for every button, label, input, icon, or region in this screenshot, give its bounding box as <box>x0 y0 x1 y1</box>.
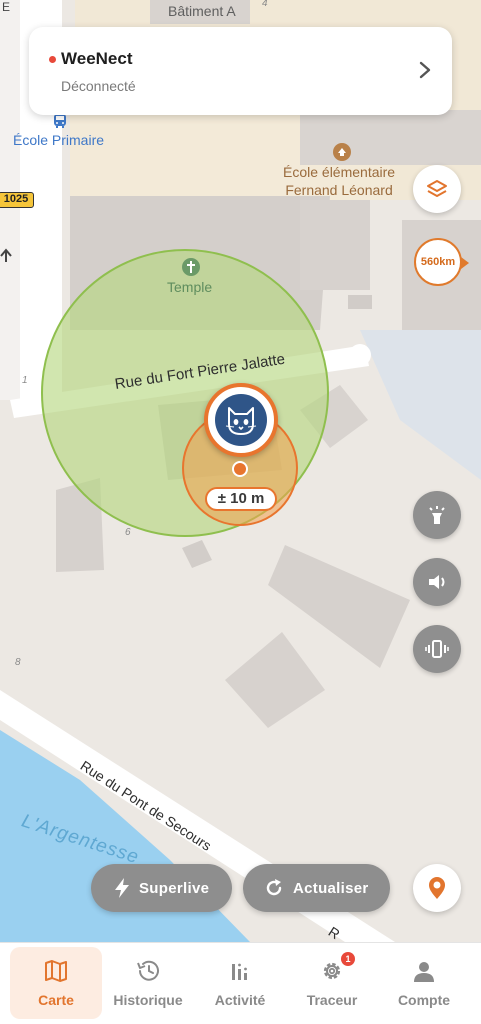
user-icon <box>411 958 437 984</box>
tab-label: Activité <box>214 992 266 1008</box>
edge-letter: E <box>2 0 11 14</box>
tab-label: Carte <box>38 992 74 1008</box>
tab-label: Compte <box>397 992 451 1008</box>
flashlight-icon <box>429 506 445 524</box>
flashlight-button[interactable] <box>413 491 461 539</box>
temple-icon <box>182 258 200 281</box>
superlive-label: Superlive <box>139 879 210 897</box>
vibrate-button[interactable] <box>413 625 461 673</box>
sound-button[interactable] <box>413 558 461 606</box>
tab-compte[interactable]: Compte <box>378 947 470 1019</box>
pet-marker[interactable] <box>204 383 278 457</box>
house-number-1: 1 <box>22 375 28 386</box>
device-status: Déconnecté <box>61 78 136 94</box>
tab-traceur[interactable]: 1 Traceur <box>286 947 378 1019</box>
layers-button[interactable] <box>413 165 461 213</box>
accuracy-label: ± 10 m <box>205 487 277 511</box>
history-icon <box>135 958 161 984</box>
status-dot <box>49 56 56 63</box>
distance-badge[interactable]: 560km <box>414 238 462 286</box>
locate-button[interactable] <box>413 864 461 912</box>
distance-arrow-icon <box>461 257 469 269</box>
cat-avatar <box>215 394 267 446</box>
layers-icon <box>427 180 447 197</box>
school-label-line1: École élémentaire <box>283 164 396 180</box>
school-label-primaire: École Primaire <box>13 132 105 148</box>
notification-badge: 1 <box>341 952 355 966</box>
bottom-nav: Carte Historique Activité 1 Traceur Comp… <box>0 942 481 1024</box>
refresh-icon <box>266 879 282 896</box>
pet-position-dot <box>232 461 248 477</box>
house-number-8: 8 <box>15 657 21 668</box>
app-screen: Bâtiment A 4 E École Primaire École élém… <box>0 0 481 1024</box>
vibrate-icon <box>425 640 449 658</box>
school-label-elementaire: École élémentaire Fernand Léonard <box>283 163 395 199</box>
device-card[interactable]: WeeNect Déconnecté <box>29 27 452 115</box>
tab-label: Traceur <box>306 992 358 1008</box>
tab-activite[interactable]: Activité <box>194 947 286 1019</box>
tab-historique[interactable]: Historique <box>102 947 194 1019</box>
refresh-label: Actualiser <box>293 879 369 897</box>
temple-label: Temple <box>167 279 213 295</box>
device-name: WeeNect <box>61 49 133 68</box>
speaker-icon <box>429 575 445 589</box>
tab-carte[interactable]: Carte <box>10 947 102 1019</box>
gear-icon: 1 <box>319 952 355 984</box>
lightning-icon <box>115 878 129 898</box>
bus-stop-icon <box>52 113 68 134</box>
activity-icon <box>227 958 253 984</box>
refresh-button[interactable]: Actualiser <box>243 864 390 912</box>
house-number-4: 4 <box>262 0 268 9</box>
cat-icon <box>225 407 257 435</box>
house-number-6: 6 <box>125 527 131 538</box>
school-label-line2: Fernand Léonard <box>285 182 393 198</box>
location-pin-icon <box>429 877 445 899</box>
building-label-batiment: Bâtiment A <box>168 3 236 19</box>
map-icon <box>43 958 69 984</box>
route-number-badge: 1025 <box>0 192 34 208</box>
superlive-button[interactable]: Superlive <box>91 864 232 912</box>
chevron-right-icon <box>419 61 431 79</box>
tab-label: Historique <box>113 992 183 1008</box>
